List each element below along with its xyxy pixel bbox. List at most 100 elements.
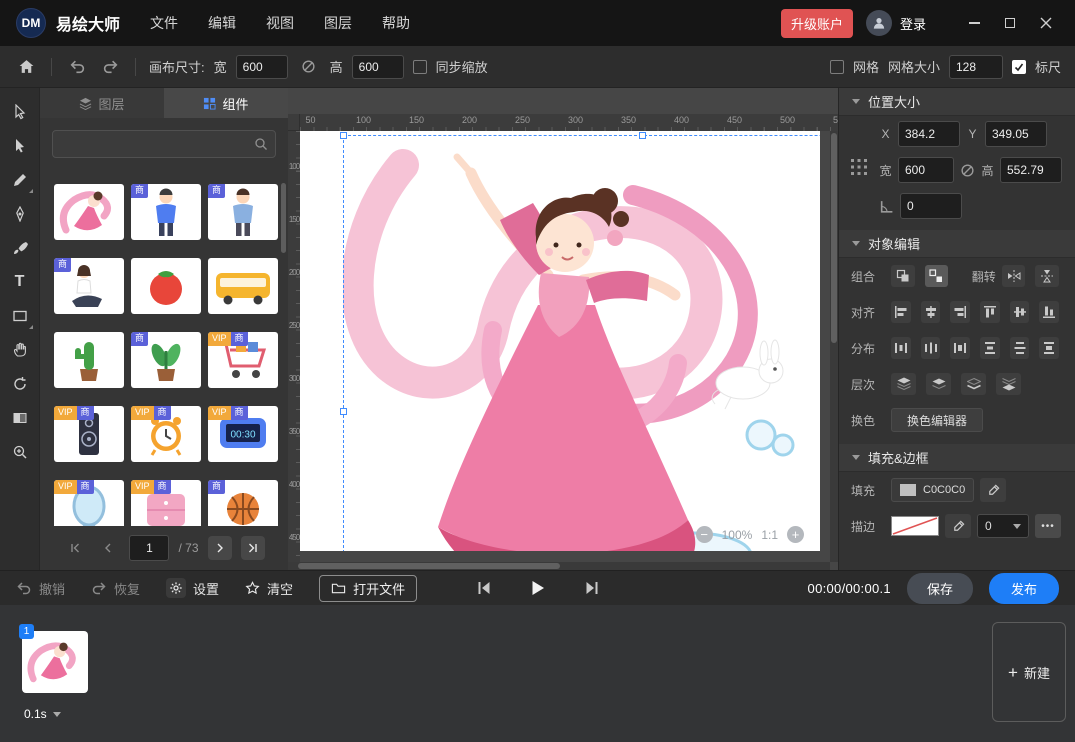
component-item-shopping-cart[interactable]: VIP商 xyxy=(208,332,278,388)
stroke-style-swatch[interactable] xyxy=(891,516,939,536)
component-item-pink-cabinet[interactable]: VIP商 xyxy=(131,480,201,526)
prev-page-button[interactable] xyxy=(96,536,120,560)
y-input[interactable] xyxy=(985,121,1047,147)
select-tool[interactable] xyxy=(4,96,36,128)
redo-button[interactable] xyxy=(98,55,122,79)
zoom-tool[interactable] xyxy=(4,436,36,468)
flip-horizontal-button[interactable] xyxy=(1002,265,1026,287)
selection-handle-middle-left[interactable] xyxy=(340,408,347,415)
send-backward-button[interactable] xyxy=(961,373,986,395)
grid-checkbox[interactable] xyxy=(830,60,844,74)
unlink-aspect-button[interactable] xyxy=(297,55,321,79)
distribute-middle-vertical-button[interactable] xyxy=(1010,337,1030,359)
component-item-alarm-clock[interactable]: VIP商 xyxy=(131,406,201,462)
timeline-frame-1[interactable]: 1 xyxy=(22,631,88,693)
component-item-mirror[interactable]: VIP商 xyxy=(54,480,124,526)
text-tool[interactable]: T xyxy=(4,266,36,298)
selection-box[interactable] xyxy=(343,135,820,551)
ungroup-button[interactable] xyxy=(925,265,949,287)
settings-button[interactable]: 设置 xyxy=(166,578,219,598)
skip-to-end-button[interactable] xyxy=(583,581,599,595)
bring-forward-button[interactable] xyxy=(926,373,951,395)
menu-view[interactable]: 视图 xyxy=(266,13,294,33)
component-item-man-standing[interactable]: 商 xyxy=(208,184,278,240)
sync-zoom-checkbox[interactable] xyxy=(413,60,427,74)
menu-help[interactable]: 帮助 xyxy=(382,13,410,33)
selection-handle-top-left[interactable] xyxy=(340,132,347,139)
component-search-input[interactable] xyxy=(52,130,276,158)
zoom-ratio[interactable]: 1:1 xyxy=(761,528,778,542)
component-item-cactus[interactable] xyxy=(54,332,124,388)
component-item-speaker[interactable]: VIP商 xyxy=(54,406,124,462)
hand-tool[interactable] xyxy=(4,334,36,366)
send-to-back-button[interactable] xyxy=(996,373,1021,395)
upgrade-account-button[interactable]: 升级账户 xyxy=(781,9,853,38)
tab-components[interactable]: 组件 xyxy=(164,88,288,118)
avatar[interactable] xyxy=(866,10,892,36)
new-frame-button[interactable]: + 新建 xyxy=(992,622,1066,722)
gradient-tool[interactable] xyxy=(4,402,36,434)
next-page-button[interactable] xyxy=(208,536,232,560)
redo-bottom-button[interactable]: 恢复 xyxy=(91,579,140,598)
tab-layers[interactable]: 图层 xyxy=(40,88,164,118)
shape-tool[interactable] xyxy=(4,300,36,332)
menu-edit[interactable]: 编辑 xyxy=(208,13,236,33)
ruler-checkbox[interactable] xyxy=(1012,60,1026,74)
component-item-woman-kneeling[interactable]: 商 xyxy=(54,258,124,314)
anchor-grid-icon[interactable] xyxy=(850,158,868,176)
component-item-potted-plant[interactable]: 商 xyxy=(131,332,201,388)
selection-handle-top-middle[interactable] xyxy=(639,132,646,139)
stroke-eyedropper-button[interactable] xyxy=(945,514,971,538)
fill-eyedropper-button[interactable] xyxy=(980,478,1006,502)
horizontal-scrollbar[interactable] xyxy=(288,562,830,570)
menu-layer[interactable]: 图层 xyxy=(324,13,352,33)
pen-tool[interactable] xyxy=(4,198,36,230)
flip-vertical-button[interactable] xyxy=(1035,265,1059,287)
canvas-width-input[interactable] xyxy=(236,55,288,79)
component-item-tomato[interactable] xyxy=(131,258,201,314)
skip-to-start-button[interactable] xyxy=(476,581,492,595)
align-right-button[interactable] xyxy=(950,301,970,323)
distribute-left-button[interactable] xyxy=(891,337,911,359)
distribute-right-button[interactable] xyxy=(950,337,970,359)
play-button[interactable] xyxy=(530,580,545,596)
minimize-button[interactable] xyxy=(961,10,987,36)
width-input[interactable] xyxy=(898,157,954,183)
distribute-bottom-button[interactable] xyxy=(1039,337,1059,359)
rotate-tool[interactable] xyxy=(4,368,36,400)
align-middle-vertical-button[interactable] xyxy=(1010,301,1030,323)
home-button[interactable] xyxy=(14,55,38,79)
group-button[interactable] xyxy=(891,265,915,287)
undo-bottom-button[interactable]: 撤销 xyxy=(16,579,65,598)
undo-button[interactable] xyxy=(65,55,89,79)
link-slash-icon[interactable] xyxy=(960,163,975,178)
pencil-tool[interactable] xyxy=(4,164,36,196)
open-file-button[interactable]: 打开文件 xyxy=(319,575,417,602)
save-button[interactable]: 保存 xyxy=(907,573,973,604)
fill-color-chip[interactable]: C0C0C0 xyxy=(891,478,974,502)
grid-size-input[interactable] xyxy=(949,55,1003,79)
align-left-button[interactable] xyxy=(891,301,911,323)
distribute-top-button[interactable] xyxy=(980,337,1000,359)
stroke-more-button[interactable]: ••• xyxy=(1035,514,1061,538)
component-item-school-bus[interactable] xyxy=(208,258,278,314)
login-button[interactable]: 登录 xyxy=(900,14,926,33)
horizontal-scroll-thumb[interactable] xyxy=(298,563,560,569)
clear-button[interactable]: 清空 xyxy=(245,579,293,598)
distribute-center-horizontal-button[interactable] xyxy=(921,337,941,359)
close-button[interactable] xyxy=(1033,10,1059,36)
align-center-horizontal-button[interactable] xyxy=(921,301,941,323)
zoom-in-button[interactable]: + xyxy=(787,526,804,543)
brush-tool[interactable] xyxy=(4,232,36,264)
maximize-button[interactable] xyxy=(997,10,1023,36)
component-item-basketball[interactable]: 商 xyxy=(208,480,278,526)
component-item-fairy[interactable] xyxy=(54,184,124,240)
canvas-height-input[interactable] xyxy=(352,55,404,79)
direct-select-tool[interactable] xyxy=(4,130,36,162)
panel-scrollbar[interactable] xyxy=(281,183,286,253)
menu-file[interactable]: 文件 xyxy=(150,13,178,33)
recolor-editor-button[interactable]: 换色编辑器 xyxy=(891,408,983,432)
first-page-button[interactable] xyxy=(63,536,87,560)
zoom-out-button[interactable]: − xyxy=(696,526,713,543)
height-input[interactable] xyxy=(1000,157,1062,183)
